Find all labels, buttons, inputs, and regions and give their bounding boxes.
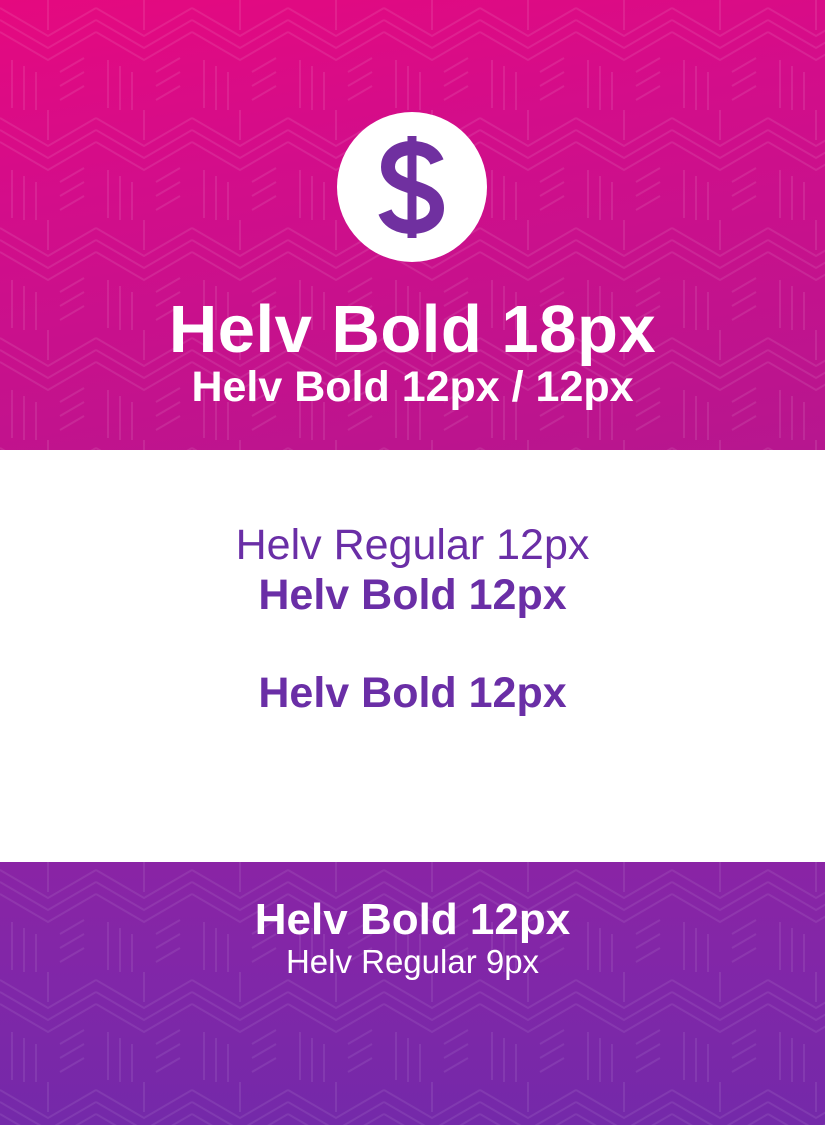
body-regular-line: Helv Regular 12px	[235, 521, 590, 569]
body-bold-line-secondary: Helv Bold 12px	[258, 669, 567, 717]
bottom-banner: Helv Bold 12px Helv Regular 9px	[0, 862, 825, 1125]
dollar-sign-icon	[378, 136, 445, 238]
footer-subtitle: Helv Regular 9px	[285, 943, 540, 980]
top-banner: Helv Bold 18px Helv Bold 12px / 12px	[0, 0, 825, 450]
page-title: Helv Bold 18px	[168, 292, 657, 367]
page-subtitle: Helv Bold 12px / 12px	[191, 363, 634, 411]
body-bold-line: Helv Bold 12px	[258, 571, 567, 619]
dollar-coin	[337, 112, 487, 262]
footer-title: Helv Bold 12px	[254, 895, 571, 944]
